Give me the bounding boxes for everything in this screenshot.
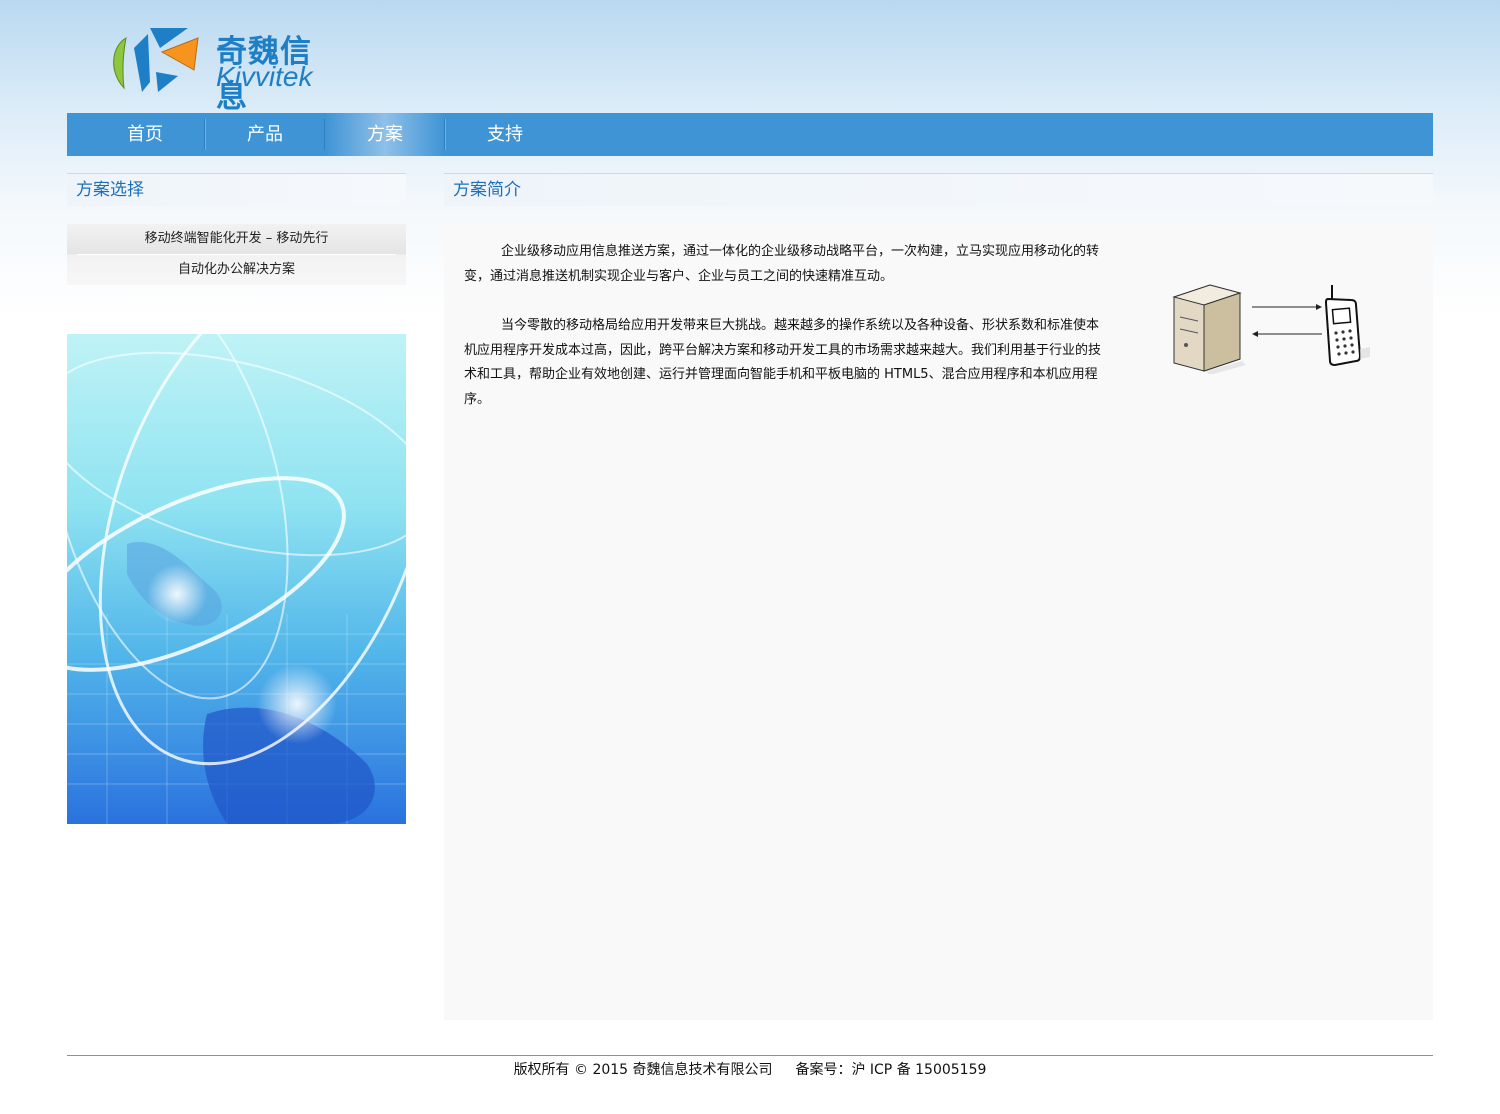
main-nav: 首页 产品 方案 支持 [67,113,1433,156]
nav-products[interactable]: 产品 [205,113,325,156]
footer-divider [67,1055,1433,1056]
mobile-phone-icon [1324,285,1370,367]
footer-icp: 备案号：沪 ICP 备 15005159 [795,1062,987,1078]
arrow-left-icon [1252,331,1322,337]
logo[interactable]: 奇魏信息 Kivvitek [108,26,338,115]
header: 奇魏信息 Kivvitek [0,0,1500,115]
menu-item-mobile-dev[interactable]: 移动终端智能化开发 – 移动先行 [67,224,406,254]
nav-support[interactable]: 支持 [445,113,565,156]
solution-menu: 移动终端智能化开发 – 移动先行 自动化办公解决方案 [67,224,406,285]
server-icon [1172,284,1246,374]
details-paragraph: 当今零散的移动格局给应用开发带来巨大挑战。越来越多的操作系统以及各种设备、形状系… [464,318,1102,407]
footer: 版权所有 © 2015 奇魏信息技术有限公司 备案号：沪 ICP 备 15005… [0,1059,1500,1081]
nav-home[interactable]: 首页 [85,113,205,156]
nav-solutions[interactable]: 方案 [325,113,445,156]
arrow-right-icon [1252,304,1322,310]
logo-english-name: Kivvitek [216,61,313,92]
intro-paragraph: 企业级移动应用信息推送方案，通过一体化的企业级移动战略平台，一次构建，立马实现应… [464,244,1100,284]
menu-item-office-automation[interactable]: 自动化办公解决方案 [67,255,406,285]
main-title: 方案简介 [444,173,1433,206]
kivvitek-logo-icon [113,28,199,92]
footer-copyright: 版权所有 © 2015 奇魏信息技术有限公司 [513,1062,773,1078]
server-phone-diagram [1170,279,1380,374]
solution-content: 企业级移动应用信息推送方案，通过一体化的企业级移动战略平台，一次构建，立马实现应… [444,224,1433,1020]
globe-banner-image [67,334,406,824]
sidebar-title: 方案选择 [67,173,406,206]
